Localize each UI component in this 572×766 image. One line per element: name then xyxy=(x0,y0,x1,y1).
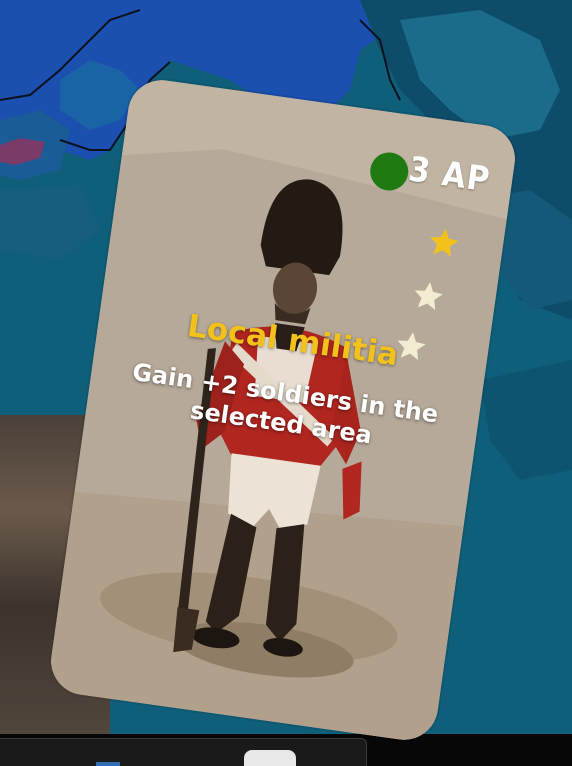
game-screen: 3 AP Local militia Gain +2 soldiers in t… xyxy=(0,0,572,766)
star-icon-empty xyxy=(414,282,443,310)
tab-indicator xyxy=(96,762,120,766)
card-deck-thumbnail[interactable] xyxy=(244,750,296,766)
bottom-tab[interactable] xyxy=(0,738,367,766)
star-icon-filled xyxy=(430,228,459,257)
